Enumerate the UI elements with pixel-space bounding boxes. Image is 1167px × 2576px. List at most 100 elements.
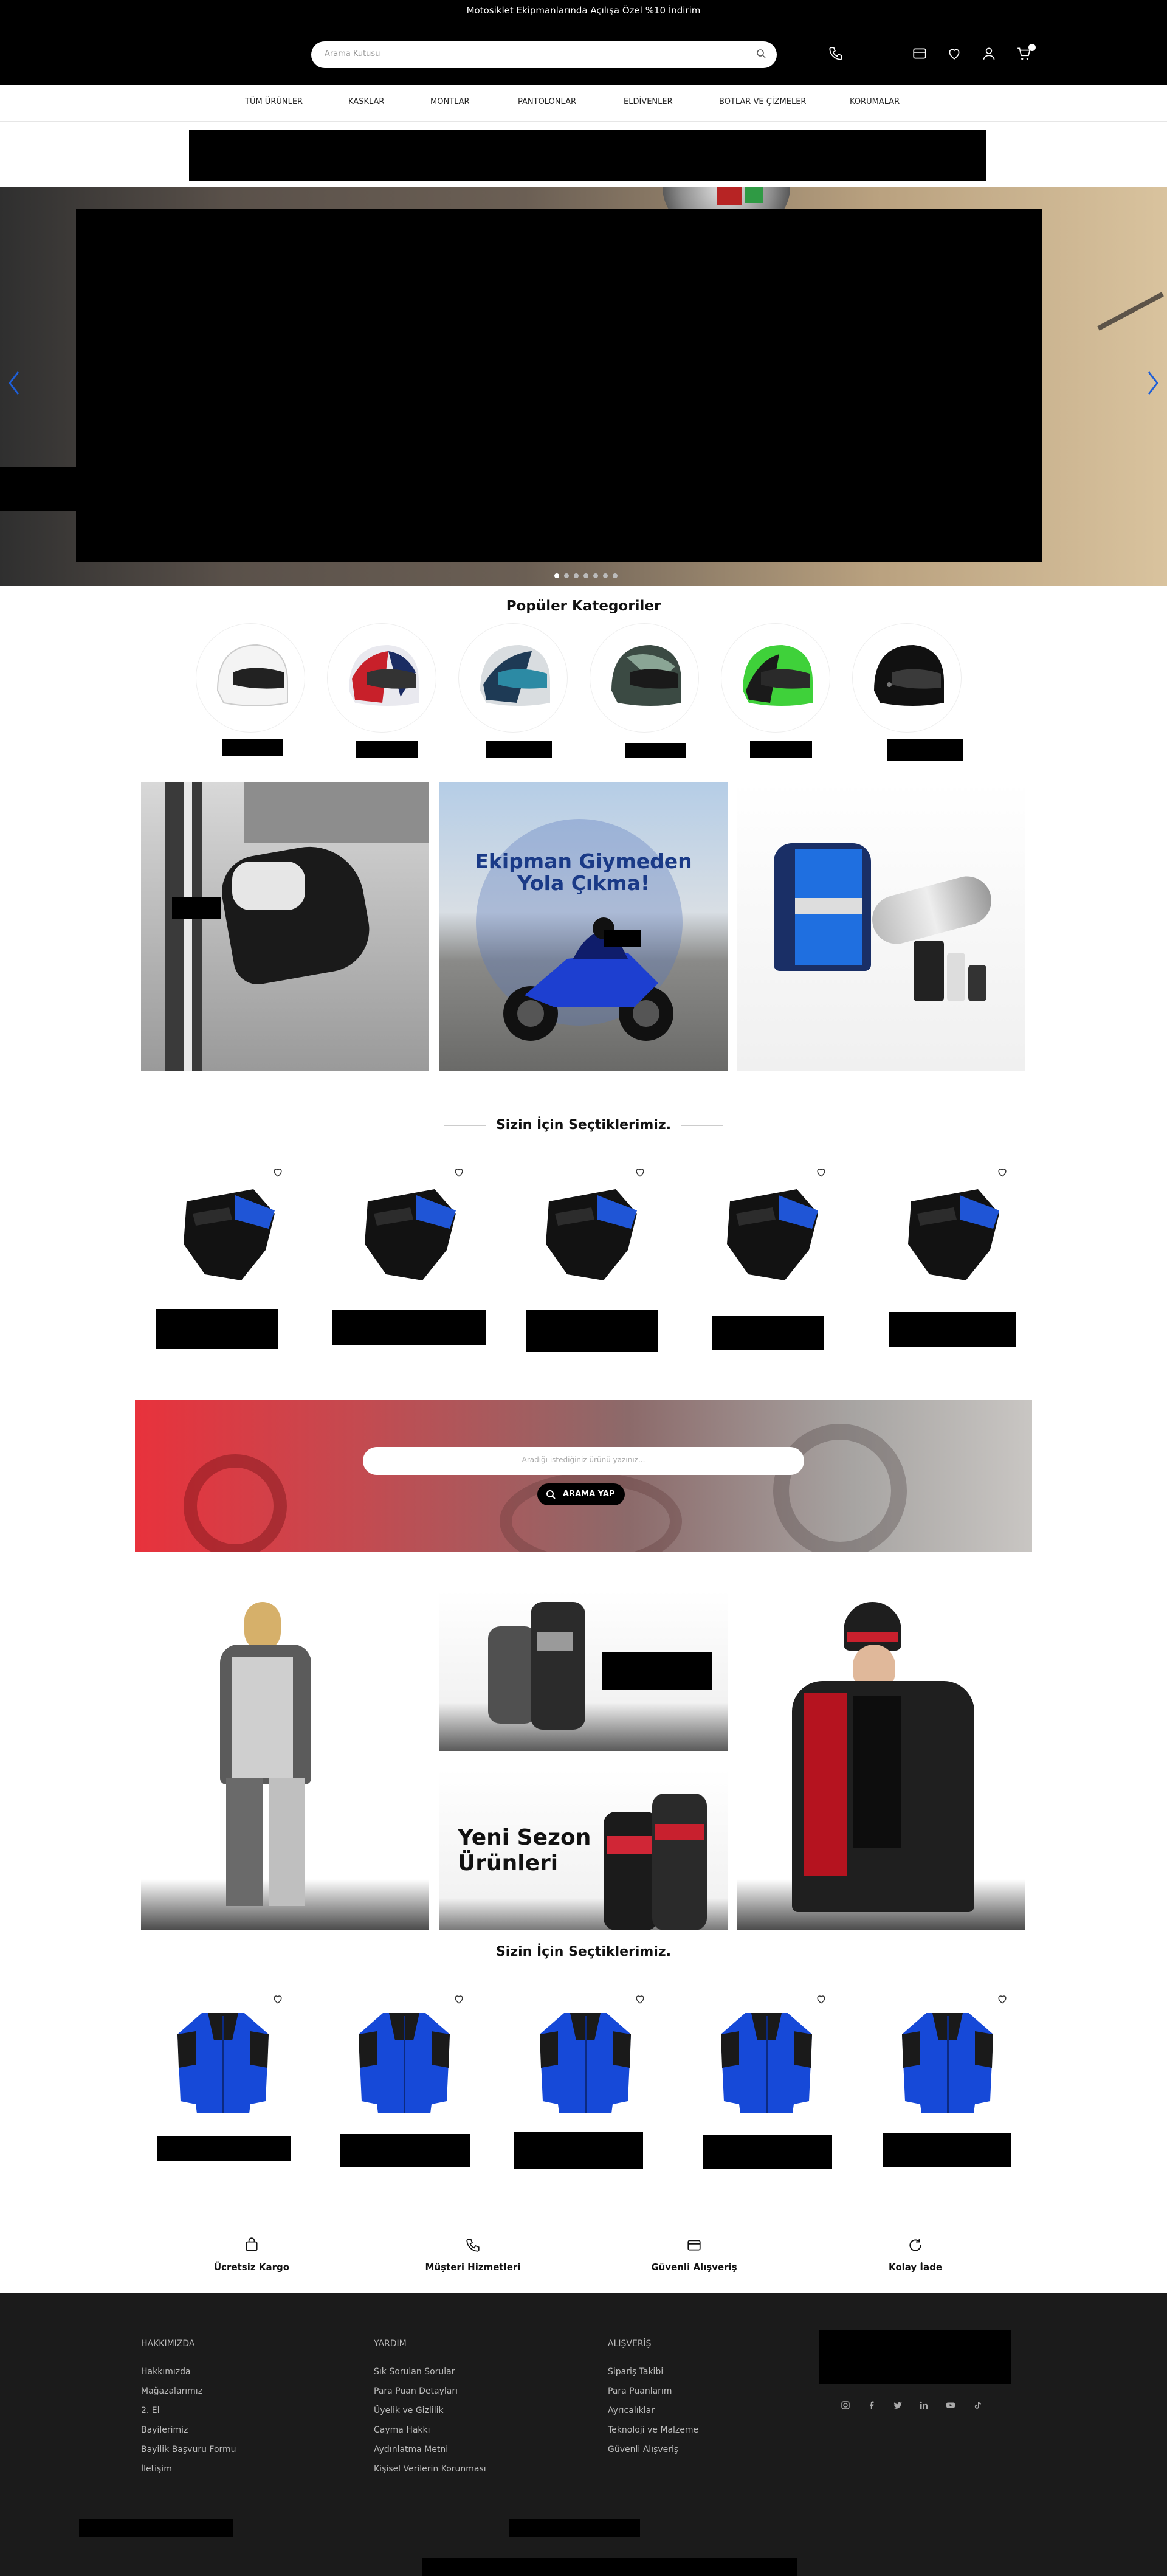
category-item[interactable] — [327, 623, 436, 733]
oil-bottle-image — [914, 941, 944, 1001]
category-item[interactable] — [721, 623, 830, 733]
category-item[interactable] — [590, 623, 699, 733]
jacket-lining-red — [804, 1693, 847, 1876]
category-item[interactable] — [196, 623, 305, 733]
product-card[interactable] — [687, 1159, 848, 1305]
footer-link[interactable]: Güvenli Alışveriş — [608, 2445, 678, 2454]
wishlist-heart-icon[interactable] — [634, 1166, 646, 1178]
wishlist-heart-icon[interactable] — [453, 1993, 465, 2005]
slider-dot-5[interactable] — [593, 573, 598, 578]
product-card[interactable] — [506, 1986, 667, 2132]
search-submit-label: ARAMA YAP — [563, 1490, 615, 1499]
nav-item-helmets[interactable]: KASKLAR — [348, 97, 384, 106]
feature-label: Güvenli Alışveriş — [651, 2262, 737, 2273]
footer-link[interactable]: Üyelik ve Gizlilik — [374, 2406, 444, 2415]
slider-dot-2[interactable] — [564, 573, 569, 578]
nav-item-protection[interactable]: KORUMALAR — [850, 97, 900, 106]
heart-icon[interactable] — [946, 46, 962, 61]
promo-card-gloves[interactable] — [141, 782, 429, 1071]
promo-headline-line1: Ekipman Giymeden — [475, 849, 692, 873]
wishlist-heart-icon[interactable] — [815, 1993, 827, 2005]
model-jacket-image — [488, 1626, 537, 1724]
footer-link[interactable]: Teknoloji ve Malzeme — [608, 2425, 698, 2435]
linkedin-icon[interactable] — [919, 2400, 929, 2410]
footer-link[interactable]: Bayilerimiz — [141, 2425, 188, 2435]
wishlist-heart-icon[interactable] — [996, 1993, 1008, 2005]
product-card[interactable] — [144, 1986, 305, 2132]
slider-prev-arrow-icon[interactable] — [5, 365, 23, 401]
user-icon[interactable] — [981, 46, 997, 61]
collage-card-woman-jacket[interactable] — [737, 1590, 1025, 1930]
collage-card-new-season[interactable]: Yeni Sezon Ürünleri — [439, 1769, 728, 1930]
product-card[interactable] — [506, 1159, 667, 1305]
wishlist-heart-icon[interactable] — [272, 1993, 284, 2005]
footer-link[interactable]: Aydınlatma Metni — [374, 2445, 448, 2454]
collage-card-woman-suit[interactable] — [141, 1590, 429, 1930]
footer-link[interactable]: 2. El — [141, 2406, 160, 2415]
product-card[interactable] — [687, 1986, 848, 2132]
bag-icon — [246, 2237, 258, 2251]
refresh-icon — [909, 2239, 921, 2251]
helmet-image — [743, 645, 813, 706]
footer-heading-about: HAKKIMIZDA — [141, 2339, 195, 2349]
footer-link[interactable]: Bayilik Başvuru Formu — [141, 2445, 236, 2454]
slider-dot-1[interactable] — [554, 573, 559, 578]
nav-item-pants[interactable]: PANTOLONLAR — [518, 97, 576, 106]
search-icon[interactable] — [756, 49, 766, 58]
slider-dot-7[interactable] — [613, 573, 618, 578]
redacted-product-info — [889, 1312, 1016, 1347]
product-card[interactable] — [869, 1159, 1029, 1305]
redacted-category-label — [356, 741, 418, 758]
promo-card-motorbike[interactable]: Ekipman Giymeden Yola Çıkma! — [439, 782, 728, 1071]
category-item[interactable] — [458, 623, 568, 733]
product-card[interactable] — [325, 1159, 486, 1305]
nav-item-boots[interactable]: BOTLAR VE ÇİZMELER — [719, 97, 806, 106]
wishlist-heart-icon[interactable] — [815, 1166, 827, 1178]
wishlist-heart-icon[interactable] — [272, 1166, 284, 1178]
slider-dot-6[interactable] — [603, 573, 608, 578]
product-card[interactable] — [869, 1986, 1029, 2132]
youtube-icon[interactable] — [946, 2400, 955, 2410]
banner-search-input[interactable]: Aradığı istediğiniz ürünü yazınız... — [363, 1447, 804, 1475]
search-submit-button[interactable]: ARAMA YAP — [537, 1483, 625, 1505]
redacted-collage-text — [602, 1652, 712, 1690]
feature-customer-service: Müşteri Hizmetleri — [382, 2237, 564, 2273]
slider-dot-4[interactable] — [584, 573, 588, 578]
footer-link[interactable]: Ayrıcalıklar — [608, 2406, 655, 2415]
footer-link[interactable]: Hakkımızda — [141, 2367, 191, 2377]
phone-icon[interactable] — [828, 46, 844, 61]
twitter-icon[interactable] — [893, 2400, 903, 2410]
category-item[interactable] — [852, 623, 962, 733]
product-card[interactable] — [144, 1159, 305, 1305]
wishlist-heart-icon[interactable] — [453, 1166, 465, 1178]
footer-link[interactable]: İletişim — [141, 2464, 172, 2474]
footer-link[interactable]: Kişisel Verilerin Korunması — [374, 2464, 486, 2474]
slider-next-arrow-icon[interactable] — [1144, 365, 1162, 401]
nav-item-jackets[interactable]: MONTLAR — [430, 97, 470, 106]
promo-card-jacket-accessories[interactable] — [737, 782, 1025, 1071]
footer-link[interactable]: Para Puan Detayları — [374, 2386, 458, 2396]
wishlist-heart-icon[interactable] — [634, 1993, 646, 2005]
redacted-product-info — [712, 1316, 824, 1350]
slider-dot-3[interactable] — [574, 573, 579, 578]
feature-secure-shopping: Güvenli Alışveriş — [603, 2237, 785, 2273]
tiktok-icon[interactable] — [972, 2400, 982, 2410]
model-shirt — [853, 1696, 901, 1848]
footer-link[interactable]: Cayma Hakkı — [374, 2425, 430, 2435]
nav-item-all-products[interactable]: TÜM ÜRÜNLER — [245, 97, 303, 106]
facebook-icon[interactable] — [867, 2400, 876, 2410]
instagram-icon[interactable] — [841, 2400, 850, 2410]
search-input[interactable]: Arama Kutusu — [311, 41, 777, 68]
footer-link[interactable]: Sipariş Takibi — [608, 2367, 663, 2377]
footer-link[interactable]: Mağazalarımız — [141, 2386, 202, 2396]
feature-label: Ücretsiz Kargo — [213, 2262, 290, 2273]
wallet-icon[interactable] — [912, 46, 928, 61]
nav-item-gloves[interactable]: ELDİVENLER — [624, 97, 673, 106]
product-card[interactable] — [325, 1986, 486, 2132]
model-hair — [244, 1602, 281, 1651]
wishlist-heart-icon[interactable] — [996, 1166, 1008, 1178]
footer-link[interactable]: Sık Sorulan Sorular — [374, 2367, 455, 2377]
footer-link[interactable]: Para Puanlarım — [608, 2386, 672, 2396]
feature-label: Kolay İade — [888, 2262, 943, 2273]
search-placeholder: Arama Kutusu — [325, 49, 380, 58]
